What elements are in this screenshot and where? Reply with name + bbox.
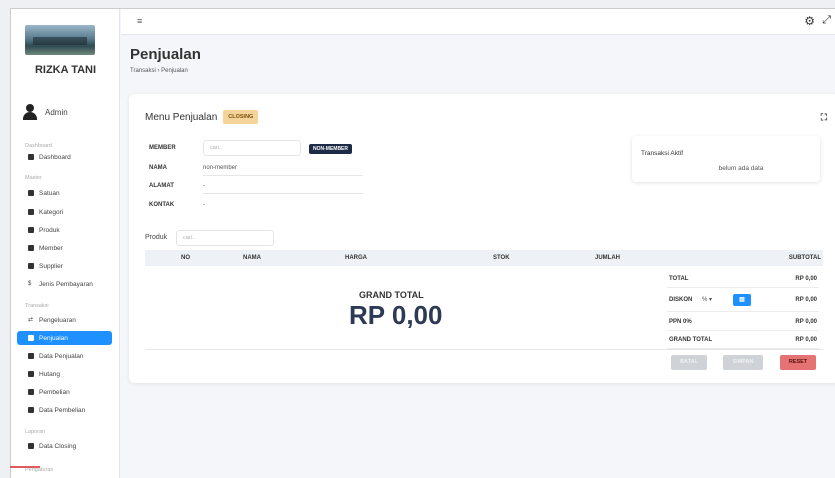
- user-name: Admin: [45, 107, 68, 117]
- card-title: Menu Penjualan CLOSING: [145, 110, 259, 124]
- col-stok: STOK: [493, 255, 510, 261]
- settings-gear-icon[interactable]: ⚙: [804, 14, 815, 28]
- col-jumlah: JUMLAH: [595, 255, 620, 261]
- reset-button[interactable]: RESET: [780, 355, 816, 370]
- diskon-type-select[interactable]: % ▾: [702, 296, 712, 303]
- summary-grand-row: GRAND TOTAL RP 0,00: [667, 332, 819, 349]
- debug-marker: [10, 466, 40, 468]
- member-search-input[interactable]: cari..: [203, 140, 301, 156]
- file-icon: [28, 443, 34, 449]
- user-avatar-icon: [23, 104, 37, 120]
- cart-table-header: NO NAMA HARGA STOK JUMLAH SUBTOTAL: [145, 250, 823, 266]
- cart-icon: [28, 335, 34, 341]
- sidebar-item-dashboard[interactable]: Dashboard: [11, 150, 111, 164]
- truck-icon: [28, 389, 34, 395]
- sidebar-item-pengeluaran[interactable]: ⇄ Pengeluaran: [11, 313, 111, 327]
- fullscreen-icon[interactable]: ⤢: [822, 14, 831, 27]
- nama-label: NAMA: [149, 165, 167, 171]
- sidebar-item-hutang[interactable]: Hutang: [11, 367, 111, 381]
- summary-total-row: TOTAL RP 0,00: [667, 271, 819, 288]
- card-icon: [28, 371, 34, 377]
- active-transactions-empty: belum ada data: [718, 165, 764, 172]
- grand-total-value: RP 0,00: [349, 300, 443, 330]
- sidebar-item-pembelian[interactable]: Pembelian: [11, 385, 111, 399]
- chart-icon: [28, 353, 34, 359]
- card-expand-icon[interactable]: ⛶: [821, 112, 827, 123]
- user-icon: [28, 245, 34, 251]
- box-icon: [28, 227, 34, 233]
- table-divider: [145, 349, 823, 350]
- sidebar-section-master: Master: [25, 175, 42, 181]
- kontak-label: KONTAK: [149, 202, 175, 208]
- sidebar-section-laporan: Laporan: [25, 429, 46, 435]
- simpan-button[interactable]: SIMPAN: [723, 355, 763, 370]
- diskon-apply-button[interactable]: ▤: [733, 294, 751, 306]
- folder-open-icon: [28, 209, 34, 215]
- summary-ppn-row: PPN 0% RP 0,00: [667, 314, 819, 331]
- user-profile[interactable]: Admin: [23, 104, 68, 120]
- sidebar: RIZKA TANI Admin Dashboard Dashboard Mas…: [11, 9, 120, 478]
- col-no: NO: [181, 255, 190, 261]
- sidebar-item-satuan[interactable]: Satuan: [11, 186, 111, 200]
- breadcrumb: Transaksi › Penjualan: [130, 68, 188, 74]
- top-header: ≡ ⚙ ⤢: [121, 9, 835, 35]
- col-nama: NAMA: [243, 255, 261, 261]
- col-harga: HARGA: [345, 255, 367, 261]
- exchange-icon: ⇄: [28, 317, 34, 323]
- sales-card: Menu Penjualan CLOSING ⛶ MEMBER cari.. N…: [129, 94, 835, 383]
- sidebar-section-transaksi: Transaksi: [25, 303, 49, 309]
- sidebar-item-data-closing[interactable]: Data Closing: [11, 439, 111, 453]
- closing-badge[interactable]: CLOSING: [223, 110, 259, 124]
- sidebar-item-data-pembelian[interactable]: Data Pembelian: [11, 403, 111, 417]
- active-transactions-title: Transaksi Aktif: [641, 150, 684, 157]
- app-window: RIZKA TANI Admin Dashboard Dashboard Mas…: [10, 8, 835, 478]
- col-subtotal: SUBTOTAL: [788, 255, 821, 261]
- sidebar-item-jenis-pembayaran[interactable]: $ Jenis Pembayaran: [11, 277, 111, 291]
- home-icon: [28, 154, 34, 160]
- nama-value: non-member: [203, 160, 363, 176]
- dollar-icon: $: [28, 281, 32, 287]
- alamat-label: ALAMAT: [149, 183, 174, 189]
- non-member-button[interactable]: NON-MEMBER: [309, 144, 352, 154]
- sidebar-item-produk[interactable]: Produk: [11, 223, 111, 237]
- brand-logo: [25, 25, 95, 55]
- folder-icon: [28, 190, 34, 196]
- page-title: Penjualan: [130, 46, 201, 63]
- produk-label: Produk: [145, 234, 168, 241]
- sidebar-item-data-penjualan[interactable]: Data Penjualan: [11, 349, 111, 363]
- product-search-input[interactable]: cari..: [176, 230, 274, 246]
- grand-total-label: GRAND TOTAL: [359, 290, 424, 300]
- truck-icon: [28, 263, 34, 269]
- clipboard-icon: [28, 407, 34, 413]
- active-transactions-panel: Transaksi Aktif belum ada data: [632, 136, 820, 182]
- sidebar-item-penjualan[interactable]: Penjualan: [17, 331, 112, 345]
- summary-diskon-row: DISKON % ▾ ▤ RP 0,00: [667, 292, 819, 312]
- sidebar-item-supplier[interactable]: Supplier: [11, 259, 111, 273]
- alamat-value: -: [203, 178, 363, 194]
- menu-toggle-icon[interactable]: ≡: [137, 16, 142, 26]
- member-label: MEMBER: [149, 145, 176, 151]
- kontak-value: -: [203, 202, 205, 208]
- brand-name: RIZKA TANI: [34, 64, 97, 76]
- sidebar-item-member[interactable]: Member: [11, 241, 111, 255]
- batal-button[interactable]: BATAL: [671, 355, 707, 370]
- sidebar-item-kategori[interactable]: Kategori: [11, 205, 111, 219]
- sidebar-section-dashboard: Dashboard: [25, 143, 52, 149]
